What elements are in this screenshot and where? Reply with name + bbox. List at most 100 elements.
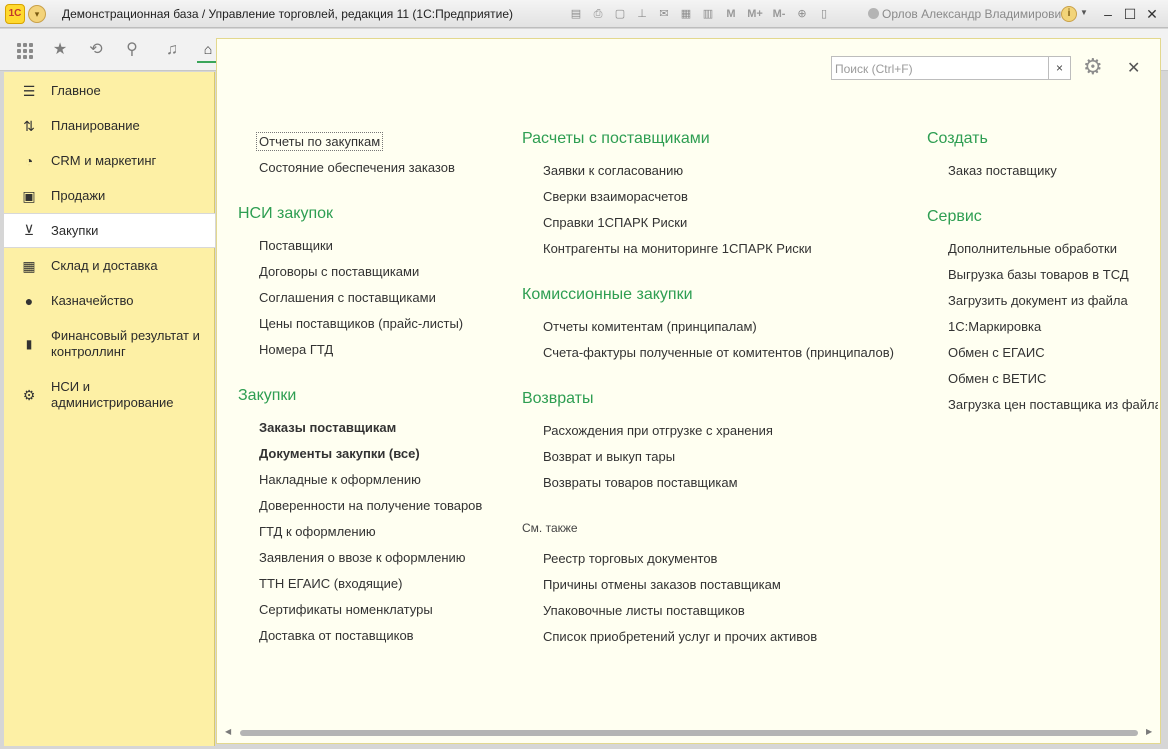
crm-icon: ◔	[24, 153, 34, 169]
heading-settlements: Расчеты с поставщиками	[522, 130, 710, 147]
link-reconciliations[interactable]: Сверки взаиморасчетов	[543, 189, 688, 204]
heading-commission: Комиссионные закупки	[522, 286, 693, 303]
link-spark-reports[interactable]: Справки 1СПАРК Риски	[543, 215, 687, 230]
sidebar-item-label: Планирование	[51, 118, 140, 133]
heading-see-also: См. также	[522, 521, 578, 535]
print-icon[interactable]: ⎙	[588, 5, 608, 23]
link-purchase-docs[interactable]: Документы закупки (все)	[259, 446, 420, 461]
sidebar-item-admin[interactable]: ⚙ НСИ и администрирование	[4, 378, 215, 412]
titlebar-toolbar: ▤ ⎙ ▢ ⊥ ✉ ▦ ▥ M M+ M- ⊕ ▯	[566, 5, 834, 23]
gear-icon: ⚙	[22, 387, 36, 403]
planning-icon: ⇅	[23, 118, 35, 134]
bell-icon[interactable]: ♫	[160, 38, 184, 62]
heading-service: Сервис	[927, 208, 982, 225]
link-services-acquisitions[interactable]: Список приобретений услуг и прочих актив…	[543, 629, 817, 644]
link-order-cancel-reasons[interactable]: Причины отмены заказов поставщикам	[543, 577, 781, 592]
sidebar-item-warehouse[interactable]: ▦ Склад и доставка	[4, 257, 215, 275]
link-vetis-exchange[interactable]: Обмен с ВЕТИС	[948, 371, 1046, 386]
link-approval-requests[interactable]: Заявки к согласованию	[543, 163, 683, 178]
user-icon	[868, 8, 879, 19]
sidebar-item-crm[interactable]: ◔ CRM и маркетинг	[4, 152, 215, 170]
link-import-statements[interactable]: Заявления о ввозе к оформлению	[259, 550, 466, 565]
apps-grid-icon[interactable]	[12, 38, 36, 62]
search-icon[interactable]: ⚲	[120, 38, 144, 62]
sidebar-item-sales[interactable]: ▣ Продажи	[4, 187, 215, 205]
sidebar-item-planning[interactable]: ⇅ Планирование	[4, 117, 215, 135]
link-invoices-to-process[interactable]: Накладные к оформлению	[259, 472, 421, 487]
heading-nsi: НСИ закупок	[238, 205, 334, 222]
stamp-icon[interactable]: ⊥	[632, 5, 652, 23]
heading-returns: Возвраты	[522, 390, 594, 407]
link-supplier-returns[interactable]: Возвраты товаров поставщикам	[543, 475, 738, 490]
minimize-button[interactable]: –	[1097, 4, 1119, 24]
history-icon[interactable]: ⟲	[84, 38, 108, 62]
link-powers-of-attorney[interactable]: Доверенности на получение товаров	[259, 498, 482, 513]
link-new-supplier-order[interactable]: Заказ поставщику	[948, 163, 1057, 178]
link-container-return[interactable]: Возврат и выкуп тары	[543, 449, 675, 464]
link-additional-processing[interactable]: Дополнительные обработки	[948, 241, 1117, 256]
info-icon[interactable]: i	[1061, 6, 1077, 22]
link-principal-invoices[interactable]: Счета-фактуры полученные от комитентов (…	[543, 345, 894, 360]
save-icon[interactable]: ▤	[566, 5, 586, 23]
settings-gear-icon[interactable]: ⚙	[1083, 54, 1103, 80]
link-spark-monitoring[interactable]: Контрагенты на мониторинге 1СПАРК Риски	[543, 241, 812, 256]
scroll-right-icon[interactable]: ▶	[1146, 727, 1152, 736]
m-minus-button[interactable]: M-	[768, 5, 790, 23]
link-supplier-contracts[interactable]: Договоры с поставщиками	[259, 264, 419, 279]
calendar-icon[interactable]: ▦	[676, 5, 696, 23]
star-icon[interactable]: ★	[48, 38, 72, 62]
m-button[interactable]: M	[720, 5, 742, 23]
link-purchase-reports[interactable]: Отчеты по закупкам	[256, 132, 384, 151]
horizontal-scrollbar[interactable]: ◀ ▶	[220, 727, 1160, 740]
maximize-button[interactable]: ☐	[1119, 4, 1141, 24]
heading-create: Создать	[927, 130, 988, 147]
mail-icon[interactable]: ✉	[654, 5, 674, 23]
close-icon[interactable]: ✕	[1127, 58, 1140, 78]
link-egais-exchange[interactable]: Обмен с ЕГАИС	[948, 345, 1045, 360]
link-supplier-agreements[interactable]: Соглашения с поставщиками	[259, 290, 436, 305]
link-storage-discrepancies[interactable]: Расхождения при отгрузке с хранения	[543, 423, 773, 438]
calculator-icon[interactable]: ▥	[698, 5, 718, 23]
search-clear-button[interactable]: ×	[1049, 56, 1071, 80]
sidebar-item-label: Финансовый результат и контроллинг	[51, 328, 200, 359]
main-menu-button[interactable]: ▾	[28, 5, 46, 23]
link-principal-reports[interactable]: Отчеты комитентам (принципалам)	[543, 319, 757, 334]
link-order-supply-state[interactable]: Состояние обеспечения заказов	[259, 160, 455, 175]
bag-icon: ▣	[22, 188, 36, 204]
close-window-button[interactable]: ✕	[1141, 4, 1163, 24]
link-egais-ttn[interactable]: ТТН ЕГАИС (входящие)	[259, 576, 402, 591]
link-suppliers[interactable]: Поставщики	[259, 238, 333, 253]
sidebar-item-label: CRM и маркетинг	[51, 153, 157, 168]
search-input[interactable]: Поиск (Ctrl+F)	[831, 56, 1049, 80]
sidebar-item-label: Казначейство	[51, 293, 134, 308]
sidebar-item-label: НСИ и администрирование	[51, 379, 174, 410]
scroll-left-icon[interactable]: ◀	[225, 727, 231, 736]
scrollbar-thumb[interactable]	[240, 730, 1138, 736]
link-certificates[interactable]: Сертификаты номенклатуры	[259, 602, 433, 617]
sidebar-item-main[interactable]: ☰ Главное	[4, 82, 215, 100]
preview-icon[interactable]: ▢	[610, 5, 630, 23]
link-load-document[interactable]: Загрузить документ из файла	[948, 293, 1128, 308]
link-supplier-delivery[interactable]: Доставка от поставщиков	[259, 628, 414, 643]
sidebar-item-finance[interactable]: ▮ Финансовый результат и контроллинг	[4, 327, 215, 361]
current-user[interactable]: Орлов Александр Владимирович	[868, 7, 1068, 21]
sidebar-item-treasury[interactable]: ● Казначейство	[4, 292, 215, 310]
zoom-icon[interactable]: ⊕	[792, 5, 812, 23]
window-icon[interactable]: ▯	[814, 5, 834, 23]
link-marking[interactable]: 1С:Маркировка	[948, 319, 1041, 334]
purchases-section-panel: Поиск (Ctrl+F) × ⚙ ✕ Отчеты по закупкам …	[216, 38, 1161, 744]
m-plus-button[interactable]: M+	[744, 5, 766, 23]
link-supplier-prices[interactable]: Цены поставщиков (прайс-листы)	[259, 316, 463, 331]
link-gtd-numbers[interactable]: Номера ГТД	[259, 342, 333, 357]
link-load-prices[interactable]: Загрузка цен поставщика из файла	[948, 397, 1158, 412]
cart-icon: ⊻	[23, 222, 35, 238]
link-supplier-orders[interactable]: Заказы поставщикам	[259, 420, 396, 435]
link-gtd-to-process[interactable]: ГТД к оформлению	[259, 524, 376, 539]
sidebar-item-purchases[interactable]: ⊻ Закупки	[4, 213, 215, 248]
user-name: Орлов Александр Владимирович	[882, 7, 1068, 21]
link-tsd-export[interactable]: Выгрузка базы товаров в ТСД	[948, 267, 1129, 282]
link-packing-lists[interactable]: Упаковочные листы поставщиков	[543, 603, 745, 618]
chevron-down-icon[interactable]: ▼	[1080, 8, 1088, 17]
link-trade-docs-registry[interactable]: Реестр торговых документов	[543, 551, 717, 566]
heading-purchases: Закупки	[238, 387, 297, 404]
